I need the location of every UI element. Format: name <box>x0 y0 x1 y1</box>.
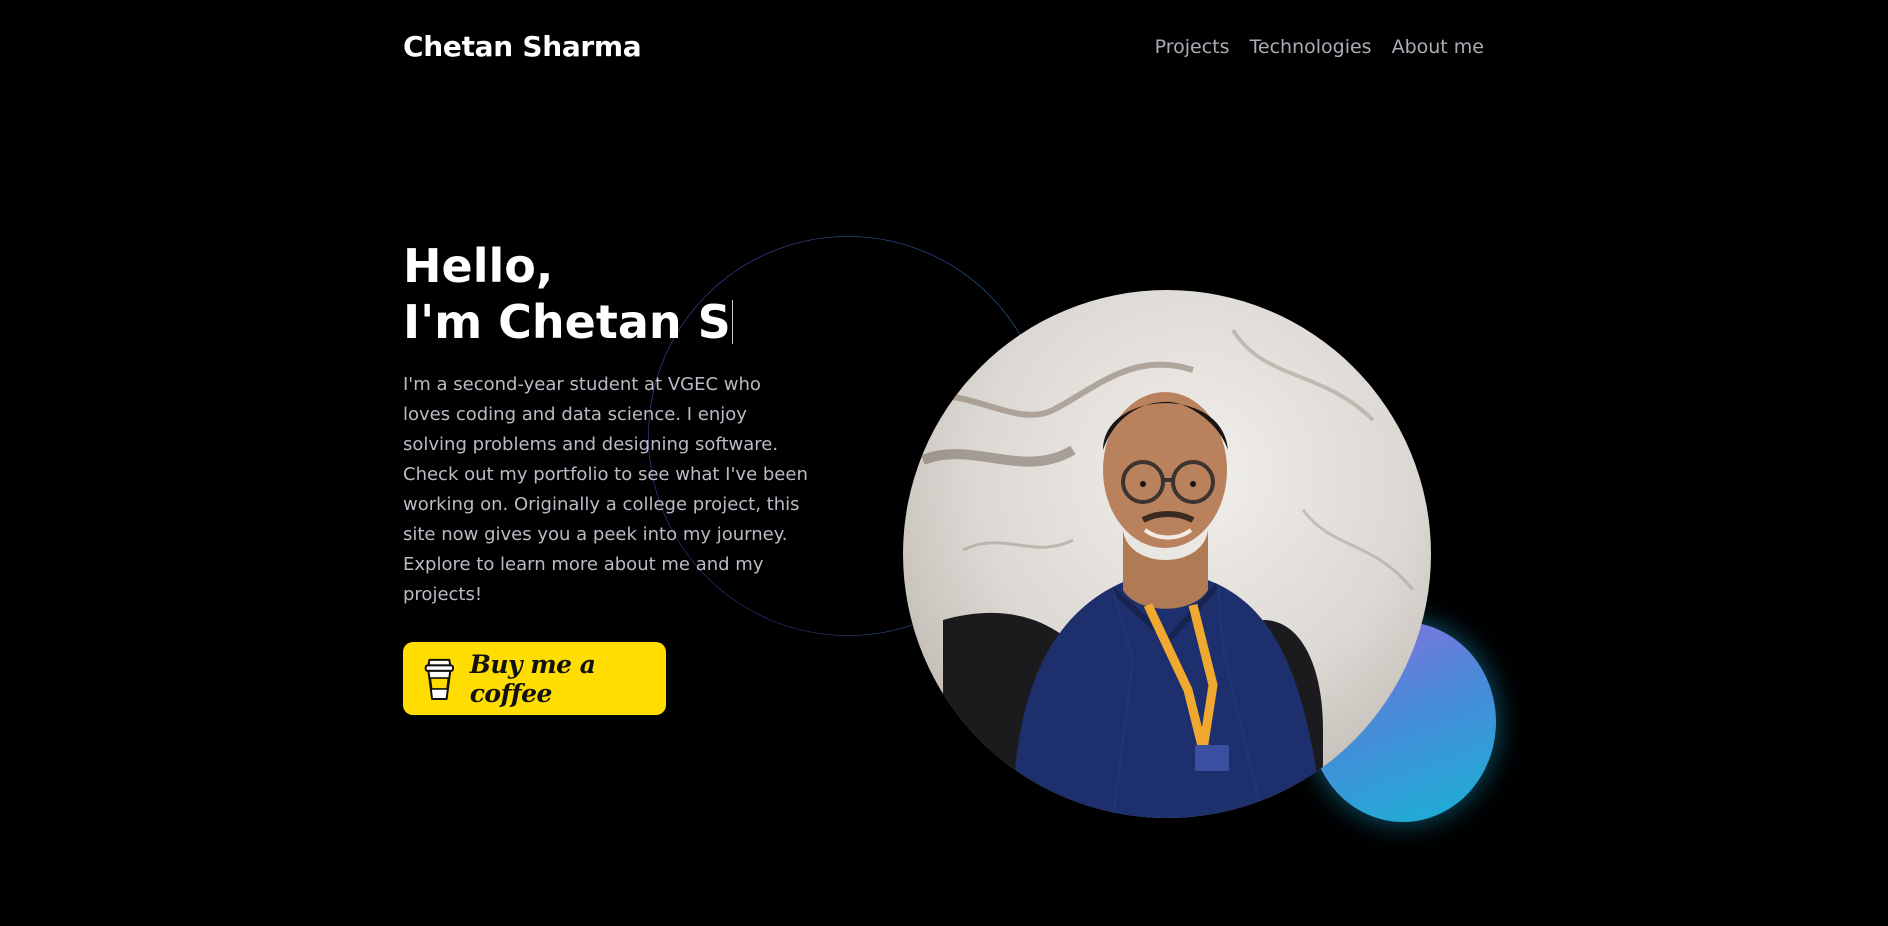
top-nav: Projects Technologies About me <box>1155 36 1484 58</box>
profile-photo <box>903 290 1431 818</box>
hero-heading: Hello, I'm Chetan S <box>403 238 733 350</box>
portfolio-page: Chetan Sharma Projects Technologies Abou… <box>0 0 1888 926</box>
nav-technologies[interactable]: Technologies <box>1250 36 1372 58</box>
hero-typing-text: I'm Chetan S <box>403 295 731 349</box>
coffee-cup-icon <box>424 658 454 700</box>
buy-me-a-coffee-button[interactable]: Buy me a coffee <box>403 642 666 715</box>
typing-caret <box>731 300 733 344</box>
buy-me-a-coffee-label: Buy me a coffee <box>469 649 596 708</box>
hero-typing-line: I'm Chetan S <box>403 294 733 350</box>
nav-projects[interactable]: Projects <box>1155 36 1230 58</box>
profile-photo-illustration <box>903 290 1431 818</box>
brand-logo[interactable]: Chetan Sharma <box>403 30 642 63</box>
hero-bio: I'm a second-year student at VGEC who lo… <box>403 374 808 605</box>
hero-greeting: Hello, <box>403 239 554 293</box>
nav-about-me[interactable]: About me <box>1392 36 1484 58</box>
